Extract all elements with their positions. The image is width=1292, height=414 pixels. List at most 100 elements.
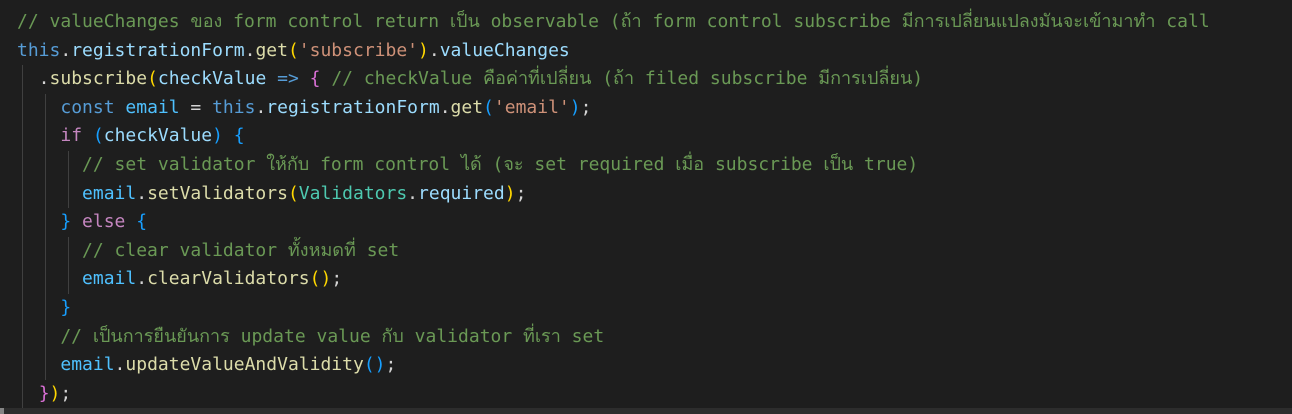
indent-guide xyxy=(45,150,47,180)
code-line[interactable]: }); xyxy=(17,379,1292,409)
indent-guide xyxy=(22,322,23,352)
code-token: ) xyxy=(320,268,332,290)
code-token: this xyxy=(17,39,61,61)
code-line[interactable]: } else { xyxy=(17,208,1292,237)
code-token: ) xyxy=(569,96,581,118)
indent-guide xyxy=(22,293,23,323)
code-line[interactable]: // valueChanges ของ form control return … xyxy=(17,8,1292,37)
code-line[interactable]: this.registrationForm.get('subscribe').v… xyxy=(17,37,1292,66)
code-token: . xyxy=(136,182,148,204)
code-token: ( xyxy=(92,125,104,147)
code-line[interactable]: .subscribe(checkValue => { // checkValue… xyxy=(17,65,1292,94)
code-line[interactable]: // set validator ให้กับ form control ได้… xyxy=(17,150,1292,180)
code-line[interactable]: // เป็นการยืนยันการ update value กับ val… xyxy=(17,322,1292,352)
code-token: valueChanges xyxy=(439,39,570,61)
code-line[interactable]: email.updateValueAndValidity(); xyxy=(17,351,1292,380)
code-editor[interactable]: // valueChanges ของ form control return … xyxy=(0,0,1292,414)
code-token: { xyxy=(136,211,148,233)
code-token: this xyxy=(212,96,256,118)
code-token: . xyxy=(114,354,126,376)
code-token: ) xyxy=(49,382,61,404)
code-token: // checkValue คือค่าที่เปลี่ยน (ถ้า file… xyxy=(320,68,924,90)
code-token: { xyxy=(233,125,245,147)
code-area[interactable]: // valueChanges ของ form control return … xyxy=(17,8,1292,409)
code-token: checkValue xyxy=(157,68,267,90)
code-token: subscribe xyxy=(49,68,148,90)
indent-guide xyxy=(45,293,47,323)
code-line[interactable]: email.clearValidators(); xyxy=(17,265,1292,294)
indent-guide xyxy=(68,265,70,294)
code-line[interactable]: } xyxy=(17,293,1292,323)
indent-guide xyxy=(22,351,23,380)
horizontal-scrollbar[interactable] xyxy=(0,408,1292,414)
code-token: checkValue xyxy=(103,125,213,147)
indent-guide xyxy=(45,351,47,380)
code-token: email xyxy=(82,268,137,290)
code-token: } xyxy=(60,211,72,233)
indent-guide xyxy=(22,208,23,237)
code-line[interactable]: email.setValidators(Validators.required)… xyxy=(17,179,1292,209)
code-token: ; xyxy=(60,382,72,404)
code-token: ( xyxy=(483,96,494,118)
scrollbar-marker xyxy=(0,408,4,414)
indent-guide xyxy=(68,236,70,266)
code-token: ( xyxy=(309,268,321,290)
code-token: . xyxy=(407,182,419,204)
code-token: . xyxy=(244,39,256,61)
indent-guide xyxy=(68,179,70,209)
indent-guide xyxy=(22,265,23,294)
code-token: 'subscribe' xyxy=(298,39,419,61)
code-token: ) xyxy=(374,354,386,376)
indent-guide xyxy=(22,379,23,409)
code-token: // set validator ให้กับ form control ได้… xyxy=(17,153,919,175)
code-token: // valueChanges ของ form control return … xyxy=(17,11,1210,32)
indent-guide xyxy=(45,322,47,352)
code-line[interactable]: // clear validator ทั้งหมดที่ set xyxy=(17,236,1292,266)
code-token: ; xyxy=(580,96,592,118)
indent-guide xyxy=(22,179,23,209)
code-token: if xyxy=(60,125,83,147)
code-token: email xyxy=(82,182,137,204)
code-token: . xyxy=(60,39,72,61)
indent-guide xyxy=(45,208,47,237)
code-token: ( xyxy=(147,68,158,90)
code-token: // เป็นการยืนยันการ update value กับ val… xyxy=(17,325,605,347)
code-token: ) xyxy=(418,39,429,61)
code-token: . xyxy=(136,268,148,290)
indent-guide xyxy=(22,65,23,94)
code-token: setValidators xyxy=(147,182,288,204)
code-token: ; xyxy=(331,268,343,290)
code-token: Validators xyxy=(298,182,408,204)
indent-guide xyxy=(45,122,47,151)
code-token: ; xyxy=(515,182,527,204)
code-token: } xyxy=(38,382,50,404)
code-token: ; xyxy=(385,354,397,376)
code-token: ) xyxy=(504,182,516,204)
indent-guide xyxy=(45,179,47,209)
code-token: ( xyxy=(287,182,299,204)
code-token: get xyxy=(255,39,288,61)
code-token: => xyxy=(277,68,299,90)
code-token: email xyxy=(125,96,180,118)
code-token: 'email' xyxy=(493,96,570,118)
indent-guide xyxy=(22,150,23,180)
code-token: ) xyxy=(212,125,223,147)
code-line[interactable]: const email = this.registrationForm.get(… xyxy=(17,93,1292,123)
indent-guide xyxy=(45,236,47,266)
code-line[interactable]: if (checkValue) { xyxy=(17,122,1292,151)
code-token: = xyxy=(179,96,213,118)
